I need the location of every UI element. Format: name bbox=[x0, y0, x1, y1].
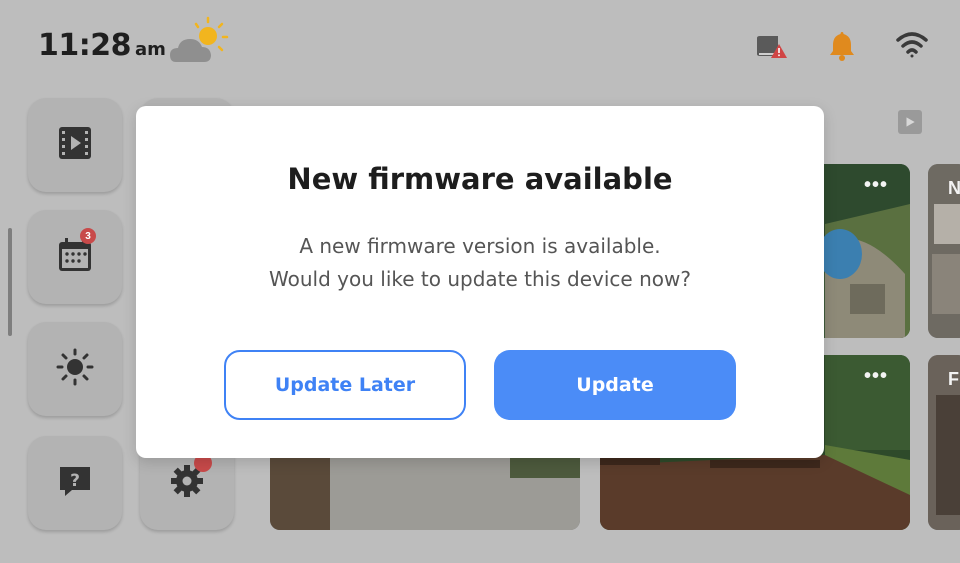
brightness-icon bbox=[55, 347, 95, 392]
more-options-icon[interactable]: ••• bbox=[864, 174, 888, 197]
camera-thumbnail-room[interactable]: N bbox=[928, 164, 960, 338]
more-options-icon[interactable]: ••• bbox=[864, 365, 888, 388]
clock-time: 11:28 bbox=[38, 28, 132, 63]
status-icons bbox=[754, 28, 930, 62]
partly-sunny-icon bbox=[166, 12, 236, 68]
sidebar-item-brightness[interactable] bbox=[28, 322, 122, 416]
calendar-badge: 3 bbox=[80, 228, 96, 244]
camera-label: F bbox=[948, 369, 959, 389]
dialog-message-line2: Would you like to update this device now… bbox=[269, 267, 691, 291]
sidebar-item-help[interactable]: ? bbox=[28, 436, 122, 530]
dialog-message: A new firmware version is available. Wou… bbox=[136, 230, 824, 296]
dialog-message-line1: A new firmware version is available. bbox=[299, 234, 661, 258]
wifi-icon[interactable] bbox=[894, 28, 930, 62]
scrollbar[interactable] bbox=[8, 228, 12, 336]
firmware-update-dialog: New firmware available A new firmware ve… bbox=[136, 106, 824, 458]
video-icon bbox=[55, 123, 95, 168]
play-icon[interactable] bbox=[898, 110, 922, 134]
sidebar-item-video[interactable] bbox=[28, 98, 122, 192]
book-warning-icon[interactable] bbox=[754, 28, 790, 62]
update-later-button[interactable]: Update Later bbox=[224, 350, 466, 420]
clock-ampm: am bbox=[135, 39, 166, 60]
help-icon: ? bbox=[55, 461, 95, 506]
svg-text:?: ? bbox=[70, 471, 80, 491]
camera-thumbnail-entry[interactable]: F bbox=[928, 355, 960, 530]
sidebar-item-calendar[interactable]: 3 bbox=[28, 210, 122, 304]
clock: 11:28 am bbox=[38, 28, 166, 63]
bell-icon[interactable] bbox=[824, 28, 860, 62]
camera-label: N bbox=[948, 178, 960, 198]
dialog-title: New firmware available bbox=[287, 162, 673, 196]
update-button[interactable]: Update bbox=[494, 350, 736, 420]
